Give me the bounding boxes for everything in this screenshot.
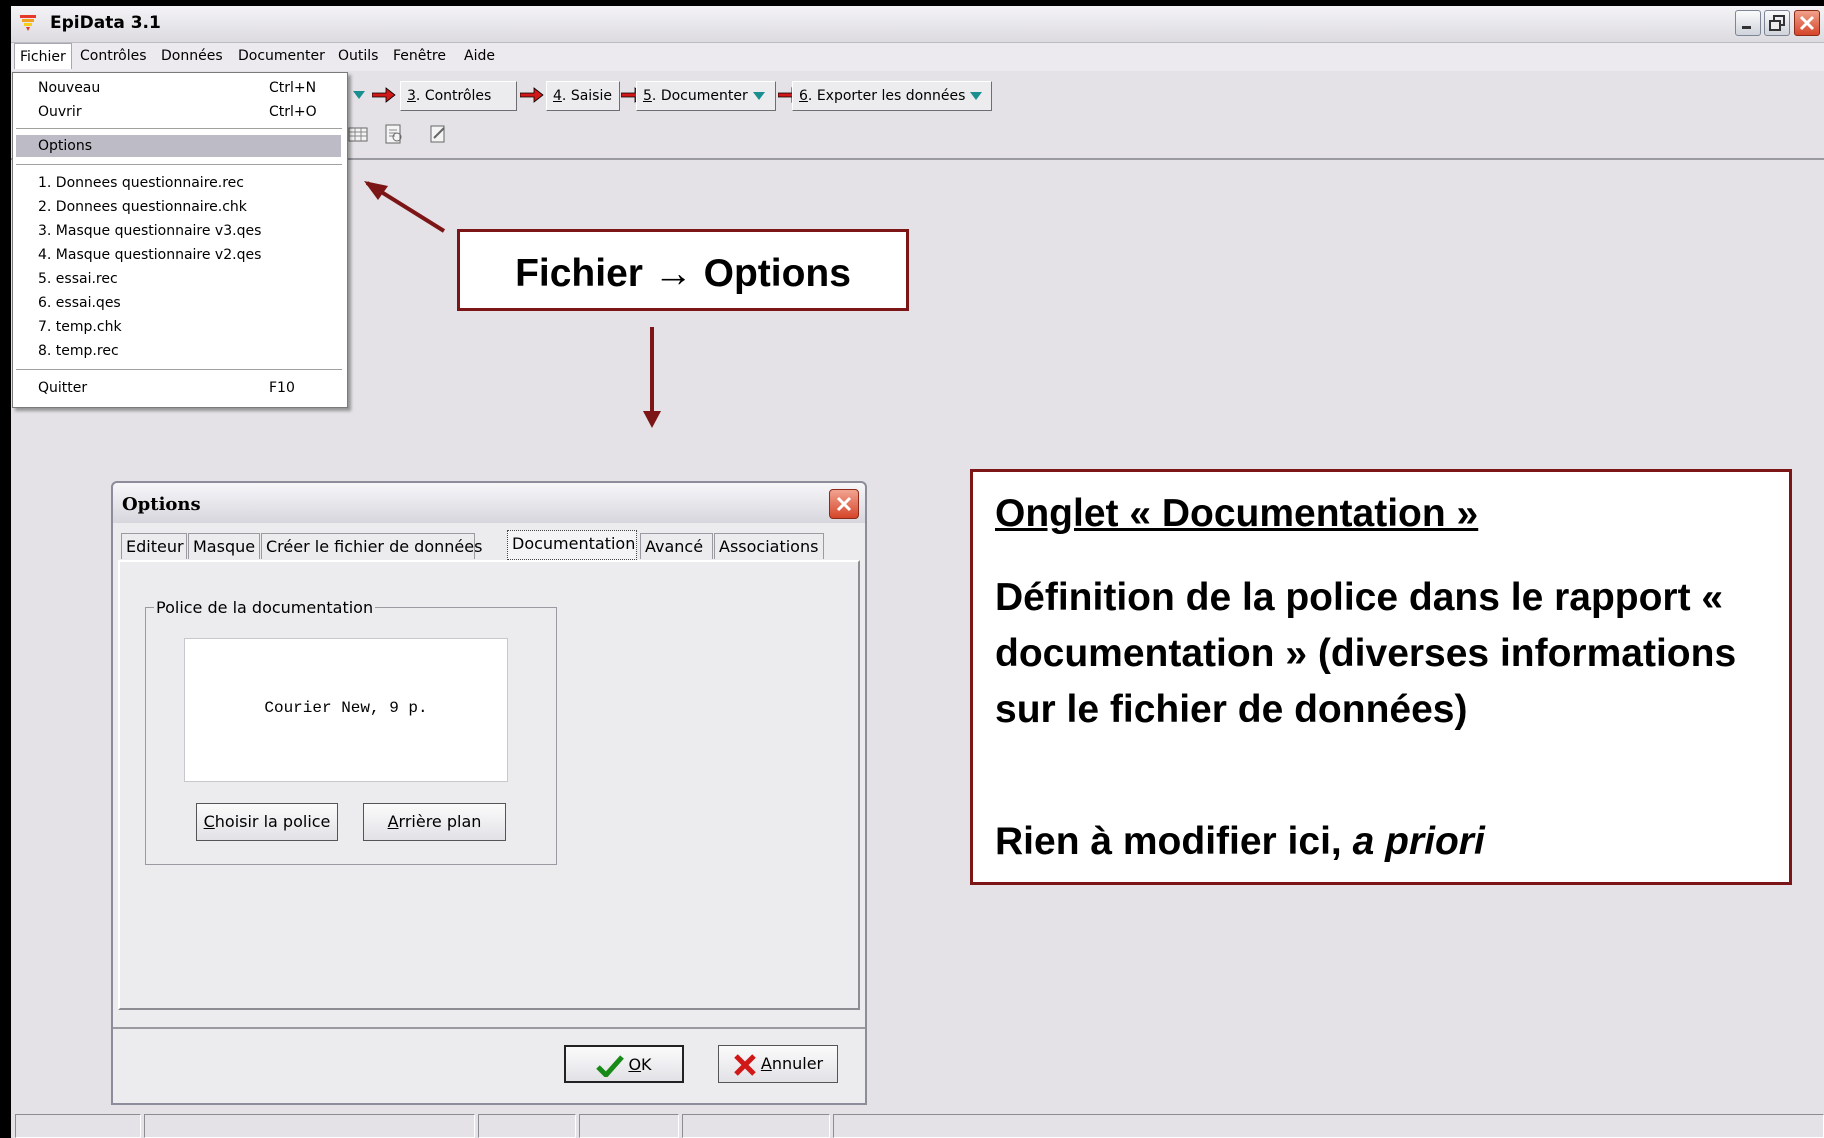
status-cell (833, 1114, 1824, 1138)
background-button[interactable]: Arrière plan (363, 803, 506, 841)
dialog-title: Options (122, 494, 201, 515)
status-cell (15, 1114, 141, 1138)
tab-documentation[interactable]: Documentation (507, 530, 637, 560)
arrow-head (643, 411, 661, 428)
status-cell (478, 1114, 576, 1138)
status-cell (144, 1114, 475, 1138)
choose-font-button[interactable]: Choisir la police (196, 803, 338, 841)
group-label: Police de la documentation (154, 598, 376, 617)
font-preview-text: Courier New, 9 p. (264, 699, 428, 717)
cancel-button[interactable]: Annuler (718, 1045, 838, 1083)
menu-path-text: Fichier → Options (515, 252, 851, 295)
status-cell (682, 1114, 830, 1138)
font-preview-box: Courier New, 9 p. (184, 638, 508, 782)
epidata-window: EpiData 3.1 Fichier Contrôles Données Do… (0, 0, 1824, 1138)
callout-heading: Onglet « Documentation » (995, 492, 1479, 535)
font-groupbox: Police de la documentation Courier New, … (145, 598, 557, 865)
arrow-head (364, 181, 388, 200)
status-cell (579, 1114, 679, 1138)
ok-button[interactable]: OK (564, 1045, 684, 1083)
options-dialog: Options Editeur Masque Créer le fichier … (111, 481, 867, 1105)
tab-avance[interactable]: Avancé (640, 533, 713, 559)
tab-editeur[interactable]: Editeur (121, 533, 187, 559)
tab-associations[interactable]: Associations (714, 533, 824, 559)
checkmark-icon (596, 1054, 625, 1079)
dialog-button-bar: OK Annuler (113, 1027, 865, 1105)
callout-body: Définition de la police dans le rapport … (995, 576, 1737, 731)
documentation-tab-panel: Police de la documentation Courier New, … (118, 560, 860, 1010)
cross-icon (734, 1053, 756, 1076)
menu-path-callout: Fichier → Options (457, 229, 909, 311)
dialog-title-bar: Options (113, 483, 865, 523)
dialog-close-button[interactable] (829, 489, 859, 519)
tab-masque[interactable]: Masque (188, 533, 260, 559)
close-icon (836, 496, 852, 512)
documentation-explanation-callout: Onglet « Documentation » Définition de l… (970, 469, 1792, 885)
status-bar (11, 1110, 1824, 1138)
tab-creer-fichier[interactable]: Créer le fichier de données (261, 533, 482, 559)
callout-note: Rien à modifier ici, a priori (995, 820, 1485, 863)
